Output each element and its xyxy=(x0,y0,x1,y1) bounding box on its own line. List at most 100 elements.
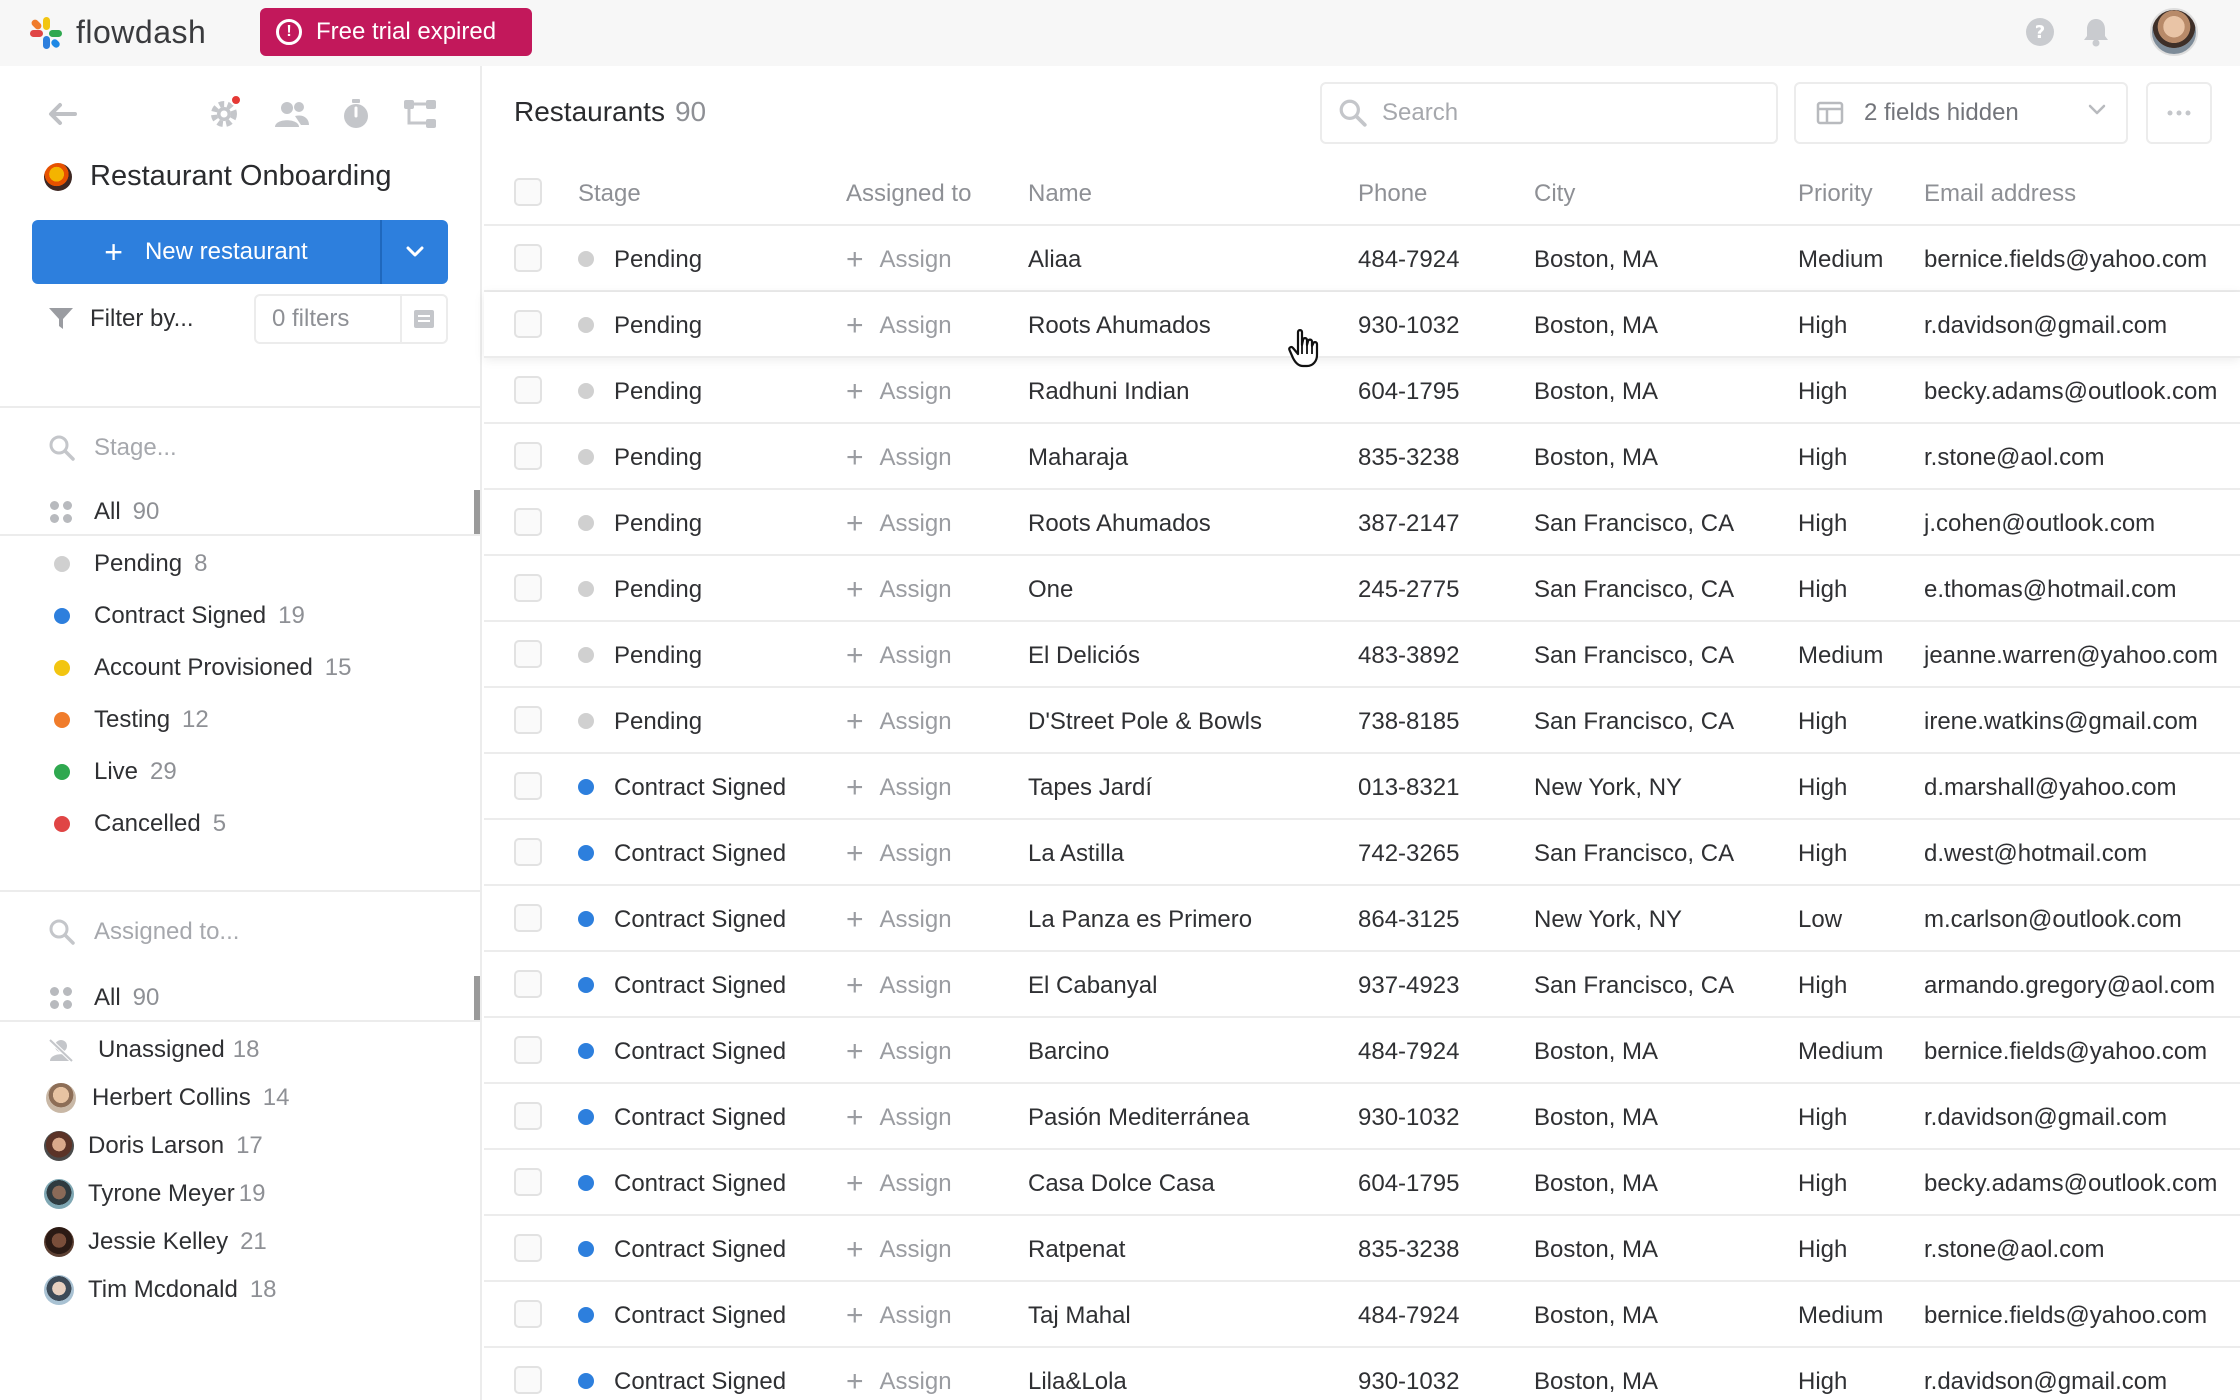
cell-phone[interactable]: 013-8321 xyxy=(1358,774,1459,802)
assignee-filter-unassigned[interactable]: Unassigned 18 xyxy=(0,1028,480,1072)
column-header-stage[interactable]: Stage xyxy=(578,180,641,208)
assign-button[interactable]: + Assign xyxy=(846,707,952,737)
assign-button[interactable]: + Assign xyxy=(846,1367,952,1397)
cell-phone[interactable]: 937-4923 xyxy=(1358,972,1459,1000)
users-icon[interactable] xyxy=(272,94,312,134)
table-row[interactable]: Contract Signed + Assign Ratpenat 835-3238 Bo… xyxy=(484,1216,2240,1282)
cell-city[interactable]: San Francisco, CA xyxy=(1534,576,1734,604)
cell-stage[interactable]: Pending xyxy=(614,378,702,406)
assign-button[interactable]: + Assign xyxy=(846,245,952,275)
cell-name[interactable]: La Astilla xyxy=(1028,840,1124,868)
cell-stage[interactable]: Contract Signed xyxy=(614,906,786,934)
search-input[interactable]: Search xyxy=(1320,82,1778,144)
column-header-phone[interactable]: Phone xyxy=(1358,180,1427,208)
workflow-icon[interactable] xyxy=(400,94,440,134)
cell-city[interactable]: San Francisco, CA xyxy=(1534,510,1734,538)
cell-name[interactable]: La Panza es Primero xyxy=(1028,906,1252,934)
cell-phone[interactable]: 484-7924 xyxy=(1358,1038,1459,1066)
row-checkbox[interactable] xyxy=(514,376,542,404)
row-checkbox[interactable] xyxy=(514,1036,542,1064)
cell-email[interactable]: r.davidson@gmail.com xyxy=(1924,1368,2167,1396)
stage-filter-cancelled[interactable]: Cancelled 5 xyxy=(0,802,480,846)
cell-phone[interactable]: 930-1032 xyxy=(1358,1368,1459,1396)
cell-phone[interactable]: 864-3125 xyxy=(1358,906,1459,934)
assign-button[interactable]: + Assign xyxy=(846,773,952,803)
cell-name[interactable]: El Deliciós xyxy=(1028,642,1140,670)
assign-button[interactable]: + Assign xyxy=(846,377,952,407)
cell-city[interactable]: Boston, MA xyxy=(1534,1302,1658,1330)
cell-name[interactable]: El Cabanyal xyxy=(1028,972,1157,1000)
cell-email[interactable]: irene.watkins@gmail.com xyxy=(1924,708,2198,736)
notification-bell-icon[interactable] xyxy=(2080,16,2112,48)
cell-name[interactable]: Barcino xyxy=(1028,1038,1109,1066)
cell-city[interactable]: Boston, MA xyxy=(1534,1236,1658,1264)
cell-city[interactable]: Boston, MA xyxy=(1534,378,1658,406)
filter-count-box[interactable]: 0 filters xyxy=(254,294,448,344)
cell-stage[interactable]: Contract Signed xyxy=(614,1170,786,1198)
cell-priority[interactable]: High xyxy=(1798,312,1847,340)
assign-button[interactable]: + Assign xyxy=(846,839,952,869)
cell-phone[interactable]: 930-1032 xyxy=(1358,1104,1459,1132)
cell-email[interactable]: armando.gregory@aol.com xyxy=(1924,972,2215,1000)
cell-name[interactable]: Maharaja xyxy=(1028,444,1128,472)
back-arrow-icon[interactable] xyxy=(42,94,82,134)
cell-email[interactable]: d.west@hotmail.com xyxy=(1924,840,2147,868)
cell-priority[interactable]: High xyxy=(1798,378,1847,406)
table-row[interactable]: Contract Signed + Assign El Cabanyal 937-492… xyxy=(484,952,2240,1018)
cell-email[interactable]: j.cohen@outlook.com xyxy=(1924,510,2155,538)
cell-stage[interactable]: Pending xyxy=(614,444,702,472)
table-row[interactable]: Pending + Assign Roots Ahumados 930-1032 Bost… xyxy=(484,292,2240,358)
assign-button[interactable]: + Assign xyxy=(846,1235,952,1265)
cell-city[interactable]: Boston, MA xyxy=(1534,1170,1658,1198)
table-row[interactable]: Pending + Assign Maharaja 835-3238 Boston, MA… xyxy=(484,424,2240,490)
row-checkbox[interactable] xyxy=(514,904,542,932)
table-row[interactable]: Contract Signed + Assign La Astilla 742-3265… xyxy=(484,820,2240,886)
cell-city[interactable]: Boston, MA xyxy=(1534,1104,1658,1132)
row-checkbox[interactable] xyxy=(514,772,542,800)
row-checkbox[interactable] xyxy=(514,508,542,536)
table-row[interactable]: Pending + Assign One 245-2775 San Francisco, … xyxy=(484,556,2240,622)
assign-button[interactable]: + Assign xyxy=(846,1301,952,1331)
row-checkbox[interactable] xyxy=(514,442,542,470)
hidden-fields-dropdown[interactable]: 2 fields hidden xyxy=(1794,82,2128,144)
cell-phone[interactable]: 604-1795 xyxy=(1358,1170,1459,1198)
row-checkbox[interactable] xyxy=(514,640,542,668)
cell-phone[interactable]: 742-3265 xyxy=(1358,840,1459,868)
cell-city[interactable]: Boston, MA xyxy=(1534,312,1658,340)
cell-priority[interactable]: High xyxy=(1798,1104,1847,1132)
assign-button[interactable]: + Assign xyxy=(846,905,952,935)
assignee-filter-doris-larson[interactable]: Doris Larson 17 xyxy=(0,1124,480,1168)
user-avatar[interactable] xyxy=(2150,8,2198,56)
assign-button[interactable]: + Assign xyxy=(846,311,952,341)
stage-filter-contract-signed[interactable]: Contract Signed 19 xyxy=(0,594,480,638)
new-restaurant-dropdown-button[interactable] xyxy=(382,220,448,284)
table-row[interactable]: Contract Signed + Assign Barcino 484-7924 Bos… xyxy=(484,1018,2240,1084)
assign-button[interactable]: + Assign xyxy=(846,971,952,1001)
saved-filters-icon[interactable] xyxy=(400,296,446,342)
filter-by-button[interactable]: Filter by... xyxy=(90,305,194,333)
cell-priority[interactable]: High xyxy=(1798,1236,1847,1264)
cell-priority[interactable]: High xyxy=(1798,576,1847,604)
cell-name[interactable]: Radhuni Indian xyxy=(1028,378,1189,406)
cell-email[interactable]: r.stone@aol.com xyxy=(1924,444,2104,472)
cell-stage[interactable]: Pending xyxy=(614,312,702,340)
cell-stage[interactable]: Contract Signed xyxy=(614,1236,786,1264)
row-checkbox[interactable] xyxy=(514,970,542,998)
cell-name[interactable]: Roots Ahumados xyxy=(1028,510,1211,538)
row-checkbox[interactable] xyxy=(514,244,542,272)
cell-stage[interactable]: Contract Signed xyxy=(614,972,786,1000)
cell-name[interactable]: One xyxy=(1028,576,1073,604)
assign-button[interactable]: + Assign xyxy=(846,1037,952,1067)
cell-stage[interactable]: Contract Signed xyxy=(614,1038,786,1066)
cell-city[interactable]: San Francisco, CA xyxy=(1534,840,1734,868)
cell-phone[interactable]: 484-7924 xyxy=(1358,1302,1459,1330)
cell-stage[interactable]: Pending xyxy=(614,642,702,670)
cell-priority[interactable]: High xyxy=(1798,1368,1847,1396)
cell-phone[interactable]: 387-2147 xyxy=(1358,510,1459,538)
stage-filter-pending[interactable]: Pending 8 xyxy=(0,542,480,586)
stage-filter-all[interactable]: All 90 xyxy=(0,490,480,534)
cell-email[interactable]: bernice.fields@yahoo.com xyxy=(1924,1038,2207,1066)
table-row[interactable]: Pending + Assign El Deliciós 483-3892 San Fra… xyxy=(484,622,2240,688)
cell-stage[interactable]: Contract Signed xyxy=(614,1302,786,1330)
stage-search[interactable]: Stage... xyxy=(48,434,177,462)
